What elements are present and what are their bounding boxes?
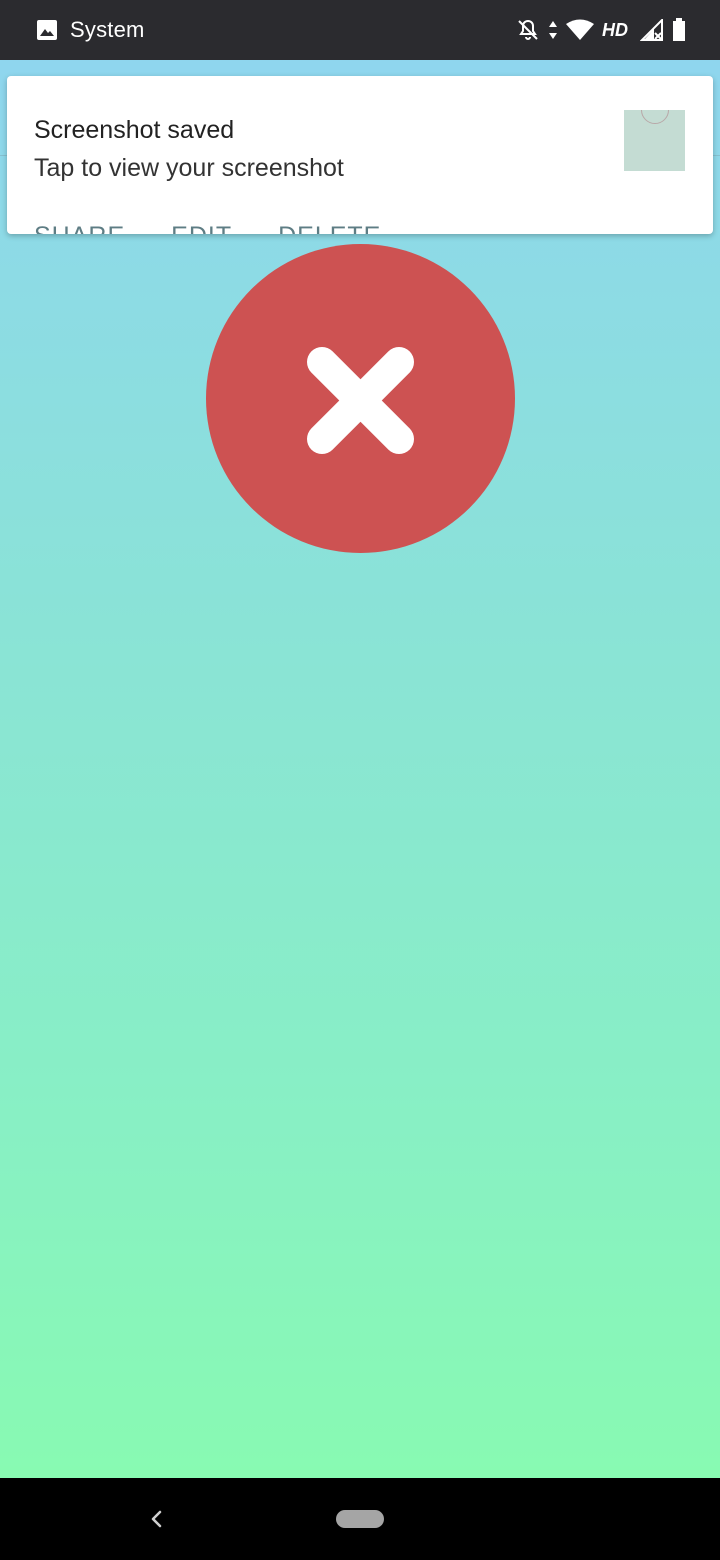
data-arrows-icon	[549, 21, 557, 39]
edit-button[interactable]: EDIT	[171, 222, 232, 234]
error-status-circle	[206, 244, 515, 553]
notification-actions: SHARE EDIT DELETE	[34, 222, 381, 234]
close-icon	[307, 347, 414, 454]
screenshot-thumbnail[interactable]	[624, 110, 685, 171]
wifi-icon	[566, 19, 594, 40]
network-type-label: HD	[602, 19, 628, 40]
thumbnail-circle	[641, 110, 669, 124]
cell-signal-icon	[640, 19, 663, 41]
notification-text: Tap to view your screenshot	[34, 154, 344, 182]
back-icon[interactable]	[145, 1506, 167, 1532]
navigation-bar	[0, 1478, 720, 1560]
notifications-off-icon	[518, 19, 538, 40]
delete-button[interactable]: DELETE	[278, 222, 381, 234]
battery-icon	[673, 18, 685, 41]
screenshot-notification[interactable]: Screenshot saved Tap to view your screen…	[7, 76, 713, 234]
status-bar: System HD	[0, 0, 720, 60]
status-app-name: System	[70, 17, 145, 42]
share-button[interactable]: SHARE	[34, 222, 125, 234]
image-icon	[37, 20, 57, 40]
notification-title: Screenshot saved	[34, 116, 235, 144]
home-pill[interactable]	[336, 1510, 384, 1528]
